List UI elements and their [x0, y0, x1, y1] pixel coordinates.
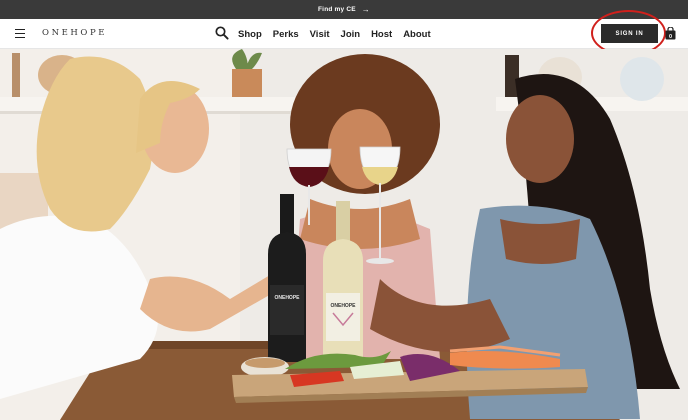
nav-item-about[interactable]: About: [403, 29, 430, 40]
hamburger-menu-icon[interactable]: [15, 29, 25, 39]
svg-text:0: 0: [669, 34, 672, 40]
hero-illustration: ONEHOPE ONEHOPE: [0, 49, 688, 420]
hero-image: ONEHOPE ONEHOPE: [0, 49, 688, 420]
arrow-right-icon: →: [361, 4, 370, 14]
site-header: ONEHOPE Shop Perks Visit Join Host About…: [0, 10, 688, 56]
announcement-bar[interactable]: Find my CE →: [0, 0, 688, 19]
nav-item-perks[interactable]: Perks: [273, 29, 299, 40]
search-icon[interactable]: [215, 26, 229, 40]
bottle-right-label: ONEHOPE: [330, 303, 356, 309]
main-nav: Shop Perks Visit Join Host About: [238, 19, 431, 49]
nav-item-visit[interactable]: Visit: [310, 29, 330, 40]
logo[interactable]: ONEHOPE: [42, 28, 107, 38]
nav-item-host[interactable]: Host: [371, 29, 392, 40]
nav-item-join[interactable]: Join: [341, 29, 361, 40]
nav-item-shop[interactable]: Shop: [238, 29, 262, 40]
bottle-left-label: ONEHOPE: [274, 295, 300, 301]
sign-in-button[interactable]: SIGN IN: [601, 24, 658, 43]
find-my-ce-link[interactable]: Find my CE: [318, 6, 356, 13]
shopping-bag-icon[interactable]: 0: [665, 27, 676, 40]
